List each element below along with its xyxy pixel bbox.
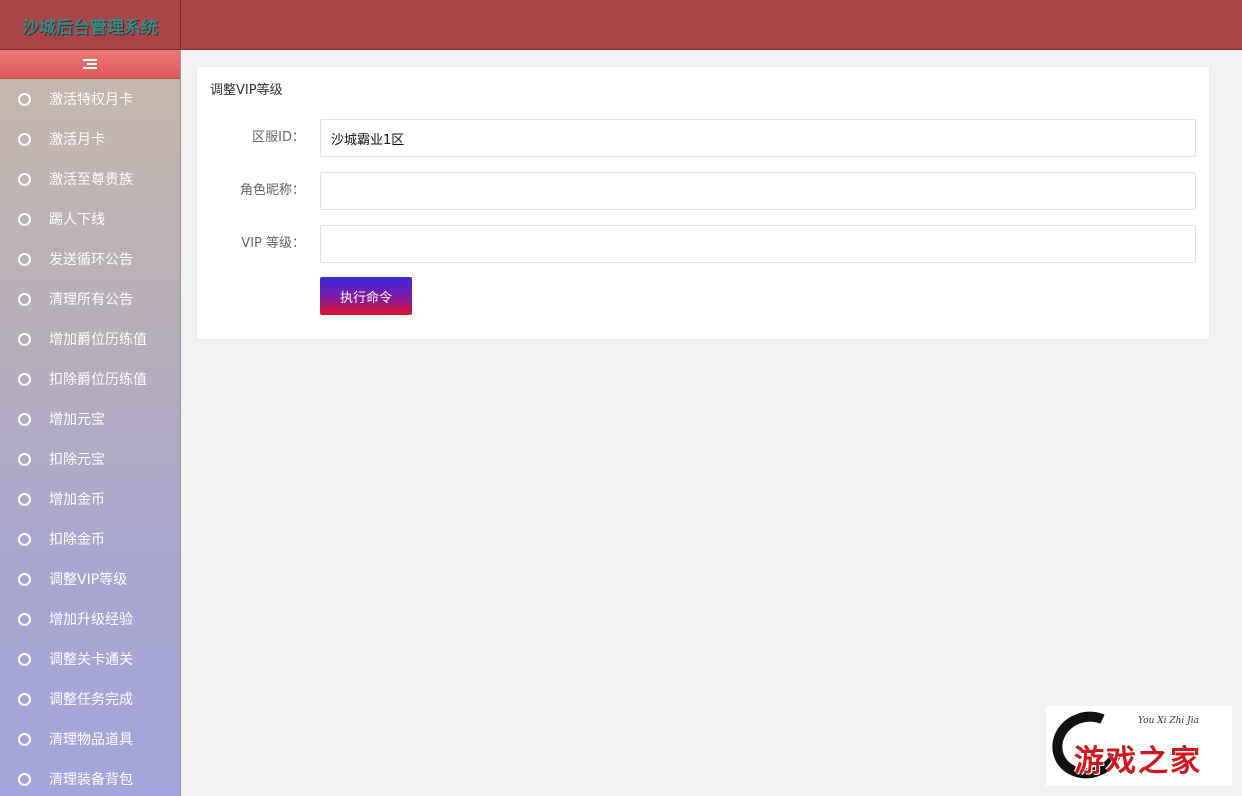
sidebar-item[interactable]: 激活特权月卡 (0, 79, 180, 119)
sidebar-item[interactable]: 增加金币 (0, 479, 180, 519)
circle-icon (18, 612, 31, 626)
panel-title: 调整VIP等级 (210, 83, 283, 98)
circle-icon (18, 92, 31, 106)
circle-icon (18, 692, 31, 706)
sidebar-item-label: 清理所有公告 (49, 292, 133, 308)
vip-level-input[interactable] (320, 225, 1196, 263)
circle-icon (18, 572, 31, 586)
circle-icon (18, 172, 31, 186)
circle-icon (18, 532, 31, 546)
circle-icon (18, 292, 31, 306)
vip-level-label: VIP 等级： (241, 236, 305, 251)
sidebar-menu: 激活特权月卡 激活月卡 激活至尊贵族 踢人下线 发送循环公告 清理所有公告 增加… (0, 79, 180, 796)
circle-icon (18, 332, 31, 346)
sidebar-item[interactable]: 增加升级经验 (0, 599, 180, 639)
sidebar-item-label: 调整VIP等级 (49, 572, 128, 588)
sidebar-item-label: 调整任务完成 (49, 692, 133, 708)
nickname-row: 角色昵称： (197, 172, 1211, 210)
sidebar-item-label: 发送循环公告 (49, 252, 133, 268)
circle-icon (18, 492, 31, 506)
sidebar-item[interactable]: 激活至尊贵族 (0, 159, 180, 199)
sidebar-item[interactable]: 激活月卡 (0, 119, 180, 159)
sidebar-item[interactable]: 扣除金币 (0, 519, 180, 559)
sidebar-item-label: 增加元宝 (49, 412, 105, 428)
circle-icon (18, 372, 31, 386)
server-id-label: 区服ID： (252, 130, 305, 145)
sidebar-item[interactable]: 扣除爵位历练值 (0, 359, 180, 399)
circle-icon (18, 772, 31, 786)
sidebar-item-label: 清理物品道具 (49, 732, 133, 748)
sidebar-item-label: 激活特权月卡 (49, 92, 133, 108)
sidebar-item-label: 扣除元宝 (49, 452, 105, 468)
execute-command-button[interactable]: 执行命令 (320, 277, 412, 315)
sidebar-item-label: 激活至尊贵族 (49, 172, 133, 188)
sidebar-item[interactable]: 清理装备背包 (0, 759, 180, 796)
watermark-logo: You Xi Zhi Jia 游戏之家 (1046, 706, 1232, 786)
sidebar-item[interactable]: 发送循环公告 (0, 239, 180, 279)
sidebar-item[interactable]: 踢人下线 (0, 199, 180, 239)
circle-icon (18, 212, 31, 226)
sidebar: 激活特权月卡 激活月卡 激活至尊贵族 踢人下线 发送循环公告 清理所有公告 增加… (0, 50, 181, 796)
sidebar-item-label: 增加升级经验 (49, 612, 133, 628)
circle-icon (18, 732, 31, 746)
brand-title: 沙城后台管理系统 (22, 17, 158, 38)
sidebar-toggle-button[interactable] (0, 50, 180, 79)
sidebar-item[interactable]: 调整关卡通关 (0, 639, 180, 679)
server-id-input[interactable] (320, 119, 1196, 157)
watermark-script-text: You Xi Zhi Jia (1138, 716, 1200, 726)
sidebar-item-label: 增加金币 (49, 492, 105, 508)
circle-icon (18, 132, 31, 146)
sidebar-item[interactable]: 调整任务完成 (0, 679, 180, 719)
vip-level-row: VIP 等级： (197, 225, 1211, 263)
sidebar-item-label: 扣除爵位历练值 (49, 372, 147, 388)
sidebar-item-label: 调整关卡通关 (49, 652, 133, 668)
circle-icon (18, 652, 31, 666)
brand-logo-area: 沙城后台管理系统 (0, 0, 181, 50)
sidebar-item[interactable]: 增加元宝 (0, 399, 180, 439)
server-id-row: 区服ID： (197, 119, 1211, 157)
circle-icon (18, 412, 31, 426)
sidebar-item[interactable]: 扣除元宝 (0, 439, 180, 479)
watermark-main-text: 游戏之家 (1074, 744, 1202, 779)
sidebar-item[interactable]: 调整VIP等级 (0, 559, 180, 599)
sidebar-item-label: 增加爵位历练值 (49, 332, 147, 348)
sidebar-item-label: 扣除金币 (49, 532, 105, 548)
nickname-input[interactable] (320, 172, 1196, 210)
menu-fold-icon (83, 58, 97, 70)
vip-level-form-panel: 调整VIP等级 区服ID： 角色昵称： VIP 等级： 执行命令 (196, 66, 1210, 340)
sidebar-item-label: 清理装备背包 (49, 772, 133, 788)
circle-icon (18, 252, 31, 266)
sidebar-item[interactable]: 清理所有公告 (0, 279, 180, 319)
circle-icon (18, 452, 31, 466)
sidebar-item-label: 踢人下线 (49, 212, 105, 228)
top-header-bar: 沙城后台管理系统 (0, 0, 1242, 50)
sidebar-item[interactable]: 增加爵位历练值 (0, 319, 180, 359)
sidebar-item[interactable]: 清理物品道具 (0, 719, 180, 759)
nickname-label: 角色昵称： (239, 183, 305, 198)
sidebar-item-label: 激活月卡 (49, 132, 105, 148)
